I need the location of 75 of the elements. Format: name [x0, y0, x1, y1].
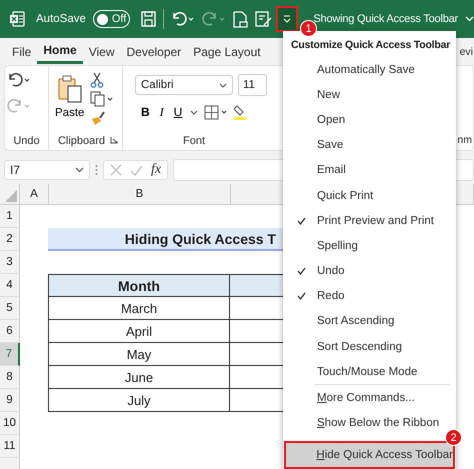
underline-button[interactable]: U [172, 105, 184, 119]
excel-logo-icon [9, 11, 25, 27]
save-icon[interactable] [141, 11, 156, 27]
row-header[interactable]: 6 [0, 320, 20, 343]
menu-item[interactable]: Quick Print [283, 182, 456, 208]
table-cell: July [48, 389, 230, 412]
group-label: Font [182, 135, 206, 147]
ribbon-tab[interactable]: Page Layout [187, 40, 267, 64]
row-header[interactable]: 8 [0, 366, 20, 389]
caret-icon[interactable] [190, 110, 198, 114]
menu-item[interactable]: New [283, 82, 456, 108]
drag-handle-icon[interactable] [95, 164, 98, 176]
fill-color-icon[interactable] [234, 104, 246, 120]
customize-toolbar-button[interactable] [276, 6, 298, 32]
clipboard-icon [56, 75, 83, 103]
autosave-label: AutoSave [36, 13, 86, 25]
undo-icon[interactable] [7, 72, 31, 88]
chevron-down-icon[interactable] [465, 16, 474, 22]
menu-item[interactable]: Sort Descending [283, 334, 456, 360]
font-name-dropdown[interactable]: Calibri [135, 75, 233, 95]
checkmark-icon [296, 292, 306, 300]
column-header[interactable]: B [49, 184, 231, 204]
table-cell: June [48, 366, 230, 389]
dialog-launcher-icon[interactable] [110, 136, 118, 144]
row-header[interactable]: 10 [0, 412, 20, 435]
menu-item[interactable]: Open [283, 107, 456, 133]
copy-icon[interactable] [90, 91, 114, 107]
checkmark-icon [296, 216, 306, 225]
table-cell: March [48, 297, 230, 320]
menu-item[interactable]: Sort Ascending [283, 308, 456, 334]
row-header[interactable]: 4 [0, 274, 20, 297]
spelling-form-icon[interactable] [255, 11, 272, 27]
row-header[interactable]: 7 [0, 343, 20, 366]
menu-item[interactable]: Hide Quick Access Toolbar [284, 440, 455, 469]
caret-icon [283, 15, 292, 23]
ribbon-tab[interactable]: evi [460, 46, 473, 58]
font-size-dropdown[interactable]: 11 [238, 74, 267, 96]
table-header-cell: Month [48, 274, 230, 297]
table-cell: April [48, 320, 230, 343]
borders-icon[interactable] [204, 104, 228, 120]
menu-item[interactable]: Undo [283, 258, 456, 284]
caret-icon [219, 82, 227, 88]
menu-item[interactable]: Touch/Mouse Mode [283, 359, 456, 384]
column-header[interactable]: A [20, 184, 49, 204]
paste-button[interactable]: Paste [55, 75, 84, 135]
ribbon-tab[interactable]: Developer [120, 40, 188, 64]
ribbon-tab[interactable]: View [82, 40, 120, 64]
table-cell: May [48, 343, 230, 366]
menu-item[interactable]: Email [283, 158, 456, 183]
row-header[interactable]: 11 [0, 435, 20, 458]
row-header[interactable]: 1 [0, 205, 20, 228]
insert-function-button[interactable]: fx [151, 162, 162, 178]
undo-icon[interactable] [171, 11, 196, 27]
cut-icon[interactable] [90, 72, 104, 88]
row-header[interactable]: 2 [0, 228, 20, 251]
group-label: Clipboard [56, 135, 106, 147]
menu-item[interactable]: Save [283, 132, 456, 158]
menu-item[interactable]: More Commands... [283, 385, 456, 411]
autosave-toggle[interactable]: Off [92, 10, 130, 28]
menu-item[interactable]: Automatically Save [283, 57, 456, 82]
format-painter-icon[interactable] [90, 110, 106, 126]
row-header[interactable]: 9 [0, 389, 20, 412]
name-box[interactable]: I7 [4, 160, 90, 180]
bold-button[interactable]: B [139, 105, 152, 119]
row-header[interactable]: 5 [0, 297, 20, 320]
ribbon-tab[interactable]: File [6, 40, 38, 64]
italic-button[interactable]: I [158, 104, 166, 120]
row-header[interactable]: 3 [0, 251, 20, 274]
group-label: nm [457, 134, 472, 146]
print-preview-icon[interactable] [233, 10, 248, 28]
menu-item[interactable]: Redo [283, 284, 456, 309]
menu-title: Customize Quick Access Toolbar [291, 39, 450, 52]
checkmark-icon [296, 267, 306, 276]
group-label: Undo [12, 135, 41, 147]
caret-icon [75, 167, 84, 173]
